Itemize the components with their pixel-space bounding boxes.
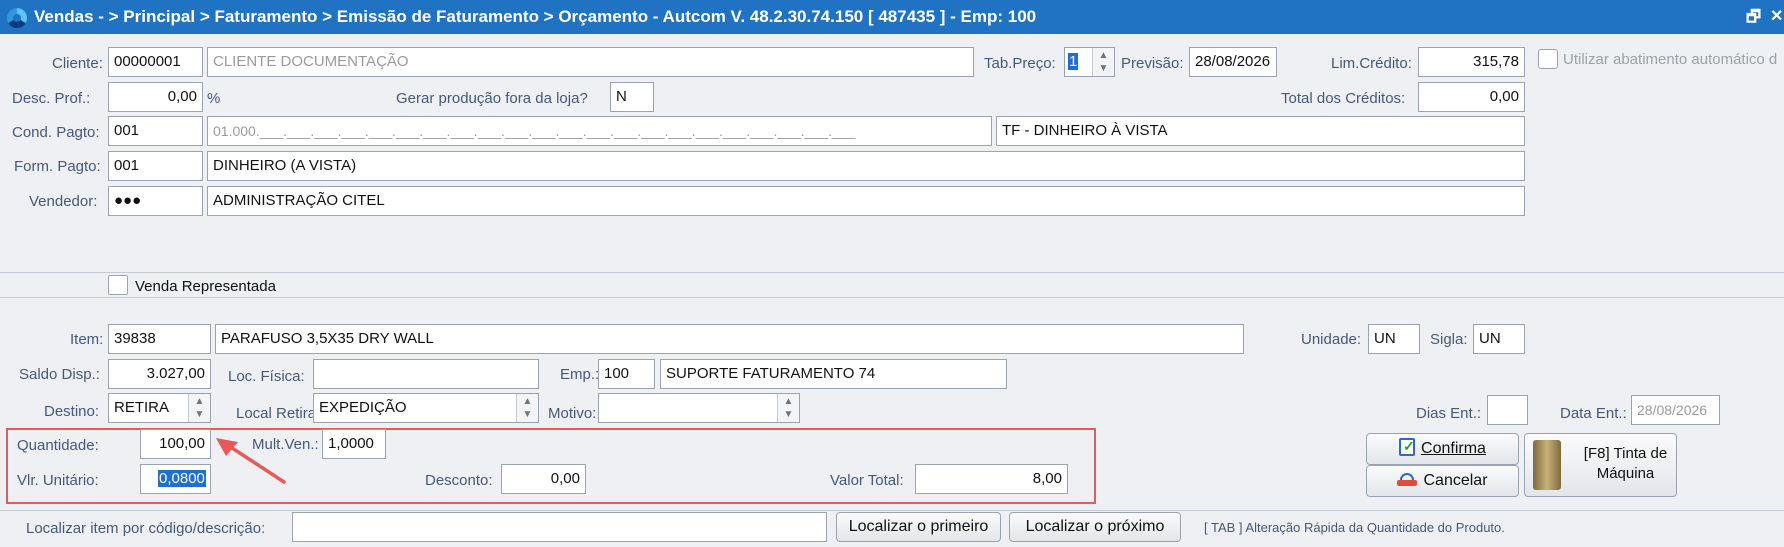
valor-total-label: Valor Total: bbox=[830, 472, 904, 489]
desconto-label: Desconto: bbox=[425, 472, 493, 489]
loc-fisica-label: Loc. Física: bbox=[228, 368, 305, 385]
cond-pagto-mask-input[interactable]: 01.000.___.___.___.___.___.___.___.___._… bbox=[207, 116, 992, 146]
form-pagto-label: Form. Pagto: bbox=[14, 158, 101, 175]
unidade-label: Unidade: bbox=[1301, 331, 1362, 348]
venda-representada-checkbox[interactable] bbox=[108, 275, 128, 295]
restore-window-icon[interactable]: 🗗 bbox=[1746, 6, 1761, 33]
local-retira-select[interactable]: EXPEDIÇÃO ▲ ▼ bbox=[313, 393, 539, 423]
cond-pagto-code-input[interactable]: 001 bbox=[108, 116, 203, 146]
destino-label: Destino: bbox=[44, 403, 100, 420]
vendedor-label: Vendedor: bbox=[29, 193, 98, 210]
gerar-producao-input[interactable]: N bbox=[610, 82, 654, 112]
sigla-input[interactable]: UN bbox=[1473, 324, 1525, 354]
form-pagto-code-input[interactable]: 001 bbox=[108, 151, 203, 181]
previsao-date-input[interactable]: 28/08/2026 bbox=[1189, 47, 1277, 77]
tab-preco-label: Tab.Preço: bbox=[984, 55, 1056, 72]
desc-prof-input[interactable]: 0,00 bbox=[108, 82, 203, 112]
spinner-arrows-icon[interactable]: ▲ ▼ bbox=[1092, 48, 1114, 76]
desc-prof-label: Desc. Prof.: bbox=[12, 90, 91, 107]
emp-code-input[interactable]: 100 bbox=[598, 359, 655, 389]
cond-pagto-label: Cond. Pagto: bbox=[12, 124, 100, 141]
tinta-label-line1: [F8] Tinta de bbox=[1583, 445, 1668, 462]
tab-hint-text: [ TAB ] Alteração Rápida da Quantidade d… bbox=[1204, 520, 1505, 535]
gerar-producao-label: Gerar produção fora da loja? bbox=[396, 90, 588, 107]
loc-fisica-input[interactable] bbox=[313, 359, 539, 389]
valor-total-input[interactable]: 8,00 bbox=[915, 464, 1068, 494]
mult-ven-input[interactable]: 1,0000 bbox=[322, 429, 386, 459]
section-divider bbox=[0, 510, 1784, 511]
title-bar: Vendas - > Principal > Faturamento > Emi… bbox=[0, 0, 1784, 34]
tab-preco-spinner[interactable]: 1 ▲ ▼ bbox=[1064, 47, 1115, 77]
cliente-code-input[interactable]: 00000001 bbox=[108, 47, 203, 77]
destino-value: RETIRA bbox=[114, 399, 170, 416]
total-creditos-input[interactable]: 0,00 bbox=[1418, 82, 1525, 112]
quantidade-input[interactable]: 100,00 bbox=[140, 429, 211, 459]
motivo-label: Motivo: bbox=[548, 405, 597, 422]
lim-credito-label: Lim.Crédito: bbox=[1331, 55, 1412, 72]
section-divider bbox=[0, 272, 1784, 273]
desconto-input[interactable]: 0,00 bbox=[501, 464, 586, 494]
destino-select[interactable]: RETIRA ▲ ▼ bbox=[108, 393, 211, 423]
vlr-unitario-label: Vlr. Unitário: bbox=[17, 472, 99, 489]
vlr-unitario-input[interactable]: 0,0800 bbox=[140, 464, 211, 494]
dropdown-arrows-icon[interactable]: ▲ ▼ bbox=[516, 394, 538, 422]
abatimento-label: Utilizar abatimento automático d bbox=[1563, 51, 1778, 68]
tinta-maquina-button[interactable]: [F8] Tinta de Máquina bbox=[1524, 433, 1677, 497]
dropdown-arrows-icon[interactable]: ▲ ▼ bbox=[188, 394, 210, 422]
local-retira-label: Local Retira: bbox=[236, 405, 321, 422]
lim-credito-input[interactable]: 315,78 bbox=[1418, 47, 1525, 77]
window-title: Vendas - > Principal > Faturamento > Emi… bbox=[34, 7, 1037, 26]
dias-ent-input[interactable] bbox=[1487, 395, 1528, 425]
previsao-label: Previsão: bbox=[1121, 55, 1184, 72]
dias-ent-label: Dias Ent.: bbox=[1416, 405, 1482, 422]
unidade-input[interactable]: UN bbox=[1368, 324, 1420, 354]
abatimento-checkbox[interactable] bbox=[1538, 49, 1558, 69]
item-label: Item: bbox=[70, 331, 104, 348]
annotation-arrow-icon bbox=[216, 438, 286, 484]
vlr-unitario-value: 0,0800 bbox=[158, 470, 206, 487]
emp-label: Emp.: bbox=[560, 366, 600, 383]
find-next-button[interactable]: Localizar o próximo bbox=[1009, 512, 1181, 542]
section-divider bbox=[0, 297, 1784, 298]
cliente-label: Cliente: bbox=[52, 55, 103, 72]
item-desc-input[interactable]: PARAFUSO 3,5X35 DRY WALL bbox=[215, 324, 1244, 354]
cond-pagto-desc-input[interactable]: TF - DINHEIRO À VISTA bbox=[996, 116, 1525, 146]
venda-representada-label: Venda Representada bbox=[135, 278, 276, 295]
check-document-icon: ✓ bbox=[1399, 438, 1416, 456]
saldo-disp-label: Saldo Disp.: bbox=[19, 366, 100, 383]
app-logo-icon bbox=[7, 8, 27, 28]
total-creditos-label: Total dos Créditos: bbox=[1281, 90, 1406, 107]
paint-machine-icon bbox=[1533, 440, 1561, 490]
emp-desc-input[interactable]: SUPORTE FATURAMENTO 74 bbox=[660, 359, 1007, 389]
confirma-button[interactable]: ✓ Confirma bbox=[1366, 433, 1519, 465]
data-ent-input[interactable]: 28/08/2026 bbox=[1631, 395, 1720, 425]
find-first-button[interactable]: Localizar o primeiro bbox=[836, 512, 1001, 542]
cancelar-label: Cancelar bbox=[1423, 472, 1488, 489]
tab-preco-value: 1 bbox=[1068, 53, 1079, 70]
search-input[interactable] bbox=[292, 512, 827, 542]
dropdown-arrows-icon[interactable]: ▲ ▼ bbox=[777, 394, 799, 422]
tinta-label-line2: Máquina bbox=[1596, 465, 1655, 482]
percent-label: % bbox=[207, 90, 221, 107]
close-window-icon[interactable]: ✕ bbox=[1770, 6, 1783, 26]
cancelar-button[interactable]: Cancelar bbox=[1366, 465, 1519, 497]
vendedor-name-input[interactable]: ADMINISTRAÇÃO CITEL bbox=[207, 186, 1525, 216]
sigla-label: Sigla: bbox=[1430, 331, 1468, 348]
confirma-label: Confirma bbox=[1421, 440, 1486, 457]
data-ent-label: Data Ent.: bbox=[1560, 405, 1627, 422]
item-code-input[interactable]: 39838 bbox=[108, 324, 211, 354]
motivo-select[interactable]: ▲ ▼ bbox=[598, 393, 800, 423]
vendedor-code-input[interactable]: ●●● bbox=[108, 186, 203, 216]
form-pagto-desc-input[interactable]: DINHEIRO (A VISTA) bbox=[207, 151, 1525, 181]
saldo-disp-input[interactable]: 3.027,00 bbox=[108, 359, 211, 389]
cancel-icon bbox=[1397, 473, 1418, 487]
search-label: Localizar item por código/descrição: bbox=[26, 520, 266, 537]
quantidade-label: Quantidade: bbox=[17, 437, 99, 454]
cliente-name-input[interactable]: CLIENTE DOCUMENTAÇÃO bbox=[207, 47, 974, 77]
local-retira-value: EXPEDIÇÃO bbox=[319, 399, 407, 416]
